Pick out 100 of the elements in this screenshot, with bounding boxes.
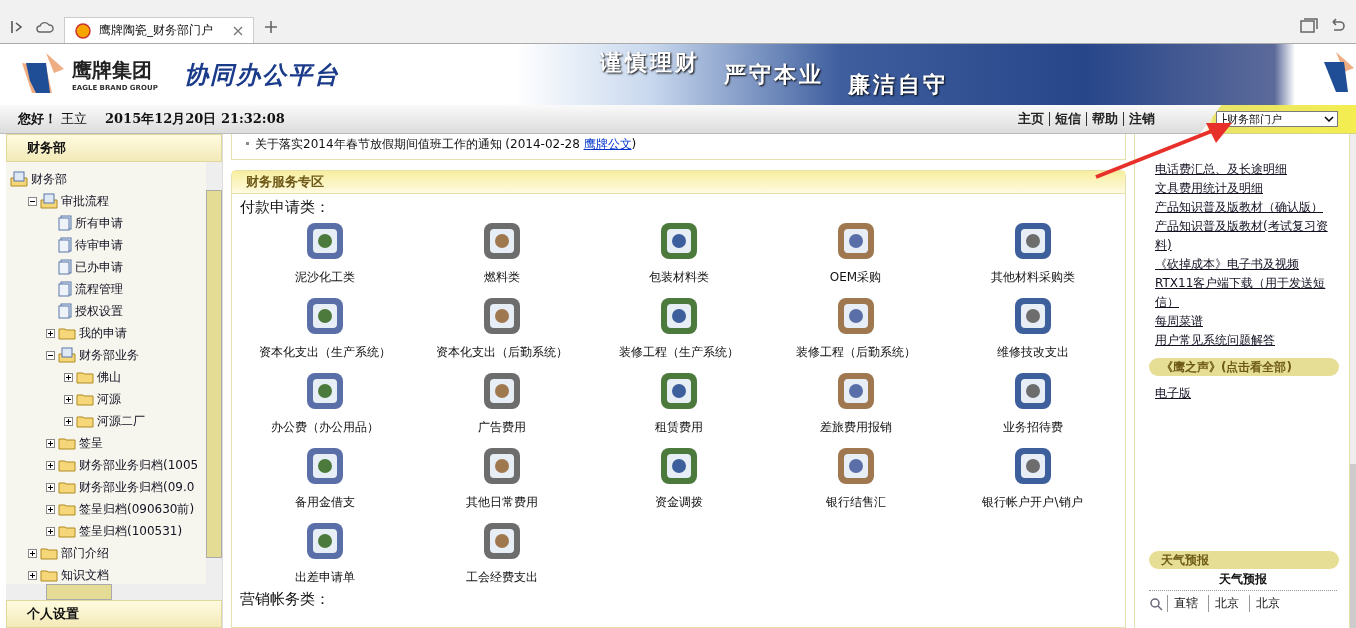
tree-toggle[interactable] [46,460,55,470]
new-tab-icon[interactable] [264,20,278,34]
tree-item[interactable]: 签呈归档(090630前) [79,500,195,518]
tree-toggle[interactable] [46,526,55,536]
resource-link[interactable]: 电话费汇总、及长途明细 [1155,160,1341,179]
tree-toggle[interactable] [46,482,55,492]
region-select[interactable]: 直辖 [1167,595,1204,612]
service-shortcut[interactable]: 银行结售汇 [767,442,944,511]
resource-link[interactable]: 用户常见系统问题解答 [1155,331,1341,350]
tree-item[interactable]: 签呈 [79,434,103,452]
resource-link[interactable]: 文具费用统计及明细 [1155,179,1341,198]
service-shortcut[interactable]: 泥沙化工类 [236,217,413,286]
tree-toggle[interactable] [46,438,55,448]
tree-item[interactable]: 知识文档 [61,566,109,584]
service-shortcut[interactable]: 租赁费用 [590,367,767,436]
service-shortcut[interactable]: 资本化支出（后勤系统） [413,292,590,361]
nav-link[interactable]: 注销 [1124,110,1160,128]
folder-icon [58,436,76,450]
resource-link[interactable]: 每周菜谱 [1155,312,1341,331]
folder-icon [58,458,76,472]
service-shortcut[interactable]: 资本化支出（生产系统） [236,292,413,361]
vertical-scrollbar[interactable] [1350,134,1356,628]
section-header: 天气预报 [1149,551,1339,569]
browser-tab[interactable]: 鹰牌陶瓷_财务部门户 [64,17,254,43]
category-heading: 营销帐务类： [239,589,331,609]
service-shortcut[interactable]: 备用金借支 [236,442,413,511]
tree-item[interactable]: 佛山 [97,368,121,386]
nav-link[interactable]: 帮助 [1087,110,1123,128]
service-shortcut[interactable]: 工会经费支出 [413,517,590,586]
resource-link[interactable]: 电子版 [1155,384,1341,403]
tree-toggle[interactable] [28,548,37,558]
service-shortcut[interactable]: 银行帐户开户\销户 [944,442,1121,511]
tree-toggle[interactable] [64,372,73,382]
close-icon[interactable] [233,25,243,36]
tree-item[interactable]: 已办申请 [75,258,123,276]
folder-icon [58,480,76,494]
cloud-icon[interactable] [36,20,54,34]
tree-item[interactable]: 审批流程 [61,192,109,210]
folder-icon [58,326,76,340]
service-shortcut[interactable]: 资金调拨 [590,442,767,511]
tree-toggle[interactable] [46,328,55,338]
nav-link[interactable]: 主页 [1013,110,1049,128]
service-shortcut[interactable]: 装修工程（生产系统） [590,292,767,361]
tree-item[interactable]: 财务部业务 [79,346,139,364]
tree-toggle[interactable] [46,350,55,360]
platform-title: 协同办公平台 [183,59,340,91]
service-shortcut[interactable]: 出差申请单 [236,517,413,586]
book-icon [58,347,76,363]
window-icon[interactable] [1300,18,1318,34]
tree-item[interactable]: 财务部业务归档(1005 [79,456,199,474]
folder-icon [58,524,76,538]
tree-item[interactable]: 我的申请 [79,324,127,342]
tree-item[interactable]: 授权设置 [75,302,123,320]
notice-text: 关于落实2014年春节放假期间值班工作的通知 (2014-02-28 鹰牌公文) [255,137,637,151]
document-icon [58,281,72,297]
source-link[interactable]: 鹰牌公文 [583,137,632,151]
document-icon [58,259,72,275]
tree-toggle[interactable] [28,570,37,580]
tree-toggle[interactable] [28,196,37,206]
tree-item[interactable]: 签呈归档(100531) [79,522,183,540]
region-select[interactable]: 北京 [1208,595,1245,612]
service-shortcut[interactable]: 差旅费用报销 [767,367,944,436]
document-icon [58,303,72,319]
service-shortcut[interactable]: 办公费（办公用品） [236,367,413,436]
folder-icon [40,568,58,582]
service-shortcut[interactable]: OEM采购 [767,217,944,286]
date-time: 2015年12月20日 21:32:08 [105,110,285,128]
service-shortcut[interactable]: 广告费用 [413,367,590,436]
service-shortcut[interactable]: 燃料类 [413,217,590,286]
vertical-scrollbar[interactable] [206,162,222,584]
service-shortcut[interactable]: 维修技改支出 [944,292,1121,361]
section-header[interactable]: 《鹰之声》(点击看全部) [1149,358,1339,376]
tree-toggle[interactable] [46,504,55,514]
tree-toggle[interactable] [64,416,73,426]
tree-toggle[interactable] [64,394,73,404]
service-shortcut[interactable]: 业务招待费 [944,367,1121,436]
resource-link[interactable]: 产品知识普及版教材(考试复习资料) [1155,217,1341,255]
tree-item[interactable]: 流程管理 [75,280,123,298]
folder-icon [76,414,94,428]
tree-item[interactable]: 待审申请 [75,236,123,254]
resource-link[interactable]: RTX11客户端下载（用于发送短信） [1155,274,1341,312]
tree-item[interactable]: 所有申请 [75,214,123,232]
tree-item[interactable]: 河源二厂 [97,412,145,430]
bullet-icon [246,142,249,145]
document-icon [58,215,72,231]
tree-item[interactable]: 财务部 [31,170,67,188]
region-select[interactable]: 北京 [1249,595,1286,612]
horizontal-scrollbar[interactable] [6,584,222,600]
tree-item[interactable]: 部门介绍 [61,544,109,562]
service-shortcut[interactable]: 包装材料类 [590,217,767,286]
tree-item[interactable]: 财务部业务归档(09.0 [79,478,195,496]
company-name: 鹰牌集团 [72,57,153,84]
resource-link[interactable]: 《砍掉成本》电子书及视频 [1155,255,1341,274]
book-icon [10,171,28,187]
service-shortcut[interactable]: 其他材料采购类 [944,217,1121,286]
nav-link[interactable]: 短信 [1050,110,1086,128]
resource-link[interactable]: 产品知识普及版教材（确认版） [1155,198,1341,217]
service-shortcut[interactable]: 其他日常费用 [413,442,590,511]
tree-item[interactable]: 河源 [97,390,121,408]
service-shortcut[interactable]: 装修工程（后勤系统） [767,292,944,361]
